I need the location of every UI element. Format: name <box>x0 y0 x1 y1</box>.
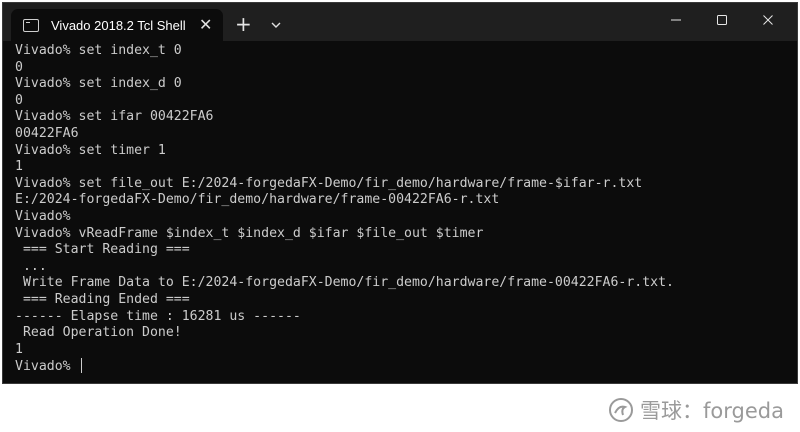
close-icon <box>763 15 773 25</box>
terminal-line: Vivado% set index_d 0 <box>15 76 182 92</box>
terminal-line: Vivado% set file_out E:/2024-forgedaFX-D… <box>15 175 643 191</box>
terminal-tab[interactable]: Vivado 2018.2 Tcl Shell - ( ✕ <box>11 9 223 41</box>
terminal-window: Vivado 2018.2 Tcl Shell - ( ✕ + Vivado% … <box>2 2 798 384</box>
terminal-line: 00422FA6 <box>15 125 79 141</box>
terminal-line: Vivado% set ifar 00422FA6 <box>15 109 214 125</box>
maximize-icon <box>717 15 727 25</box>
terminal-line: === Reading Ended === <box>15 291 190 307</box>
terminal-line: 0 <box>15 59 23 75</box>
terminal-line: E:/2024-forgedaFX-Demo/fir_demo/hardware… <box>15 192 500 208</box>
terminal-icon <box>23 18 39 32</box>
maximize-button[interactable] <box>699 3 745 37</box>
title-bar: Vivado 2018.2 Tcl Shell - ( ✕ + <box>3 3 797 41</box>
minimize-button[interactable] <box>653 3 699 37</box>
terminal-line: Vivado% set timer 1 <box>15 142 166 158</box>
chevron-down-icon[interactable] <box>269 17 283 31</box>
terminal-line: Vivado% vReadFrame $index_t $index_d $if… <box>15 225 484 241</box>
terminal-line: Vivado% <box>15 208 71 224</box>
minimize-icon <box>671 19 681 21</box>
terminal-output[interactable]: Vivado% set index_t 0 0 Vivado% set inde… <box>15 43 791 383</box>
terminal-line: 0 <box>15 92 23 108</box>
terminal-line: 1 <box>15 159 23 175</box>
close-button[interactable] <box>745 3 791 37</box>
terminal-line: ... <box>15 258 47 274</box>
terminal-line: ------ Elapse time : 16281 us ------ <box>15 308 301 324</box>
watermark-text: 雪球：forgeda <box>640 399 784 423</box>
terminal-line: 1 <box>15 341 23 357</box>
tab-close-icon[interactable]: ✕ <box>199 17 212 33</box>
prompt: Vivado% <box>15 359 79 375</box>
terminal-line: === Start Reading === <box>15 242 190 258</box>
terminal-line: Vivado% set index_t 0 <box>15 43 182 58</box>
tab-title: Vivado 2018.2 Tcl Shell - ( <box>51 17 189 33</box>
watermark: 雪球：forgeda <box>608 395 784 425</box>
text-cursor <box>80 358 82 374</box>
terminal-line: Write Frame Data to E:/2024-forgedaFX-De… <box>15 275 674 291</box>
prompt-line[interactable]: Vivado% <box>15 358 791 375</box>
new-tab-icon[interactable]: + <box>235 14 252 34</box>
snowball-logo-icon <box>609 398 634 422</box>
terminal-line: Read Operation Done! <box>15 325 182 341</box>
